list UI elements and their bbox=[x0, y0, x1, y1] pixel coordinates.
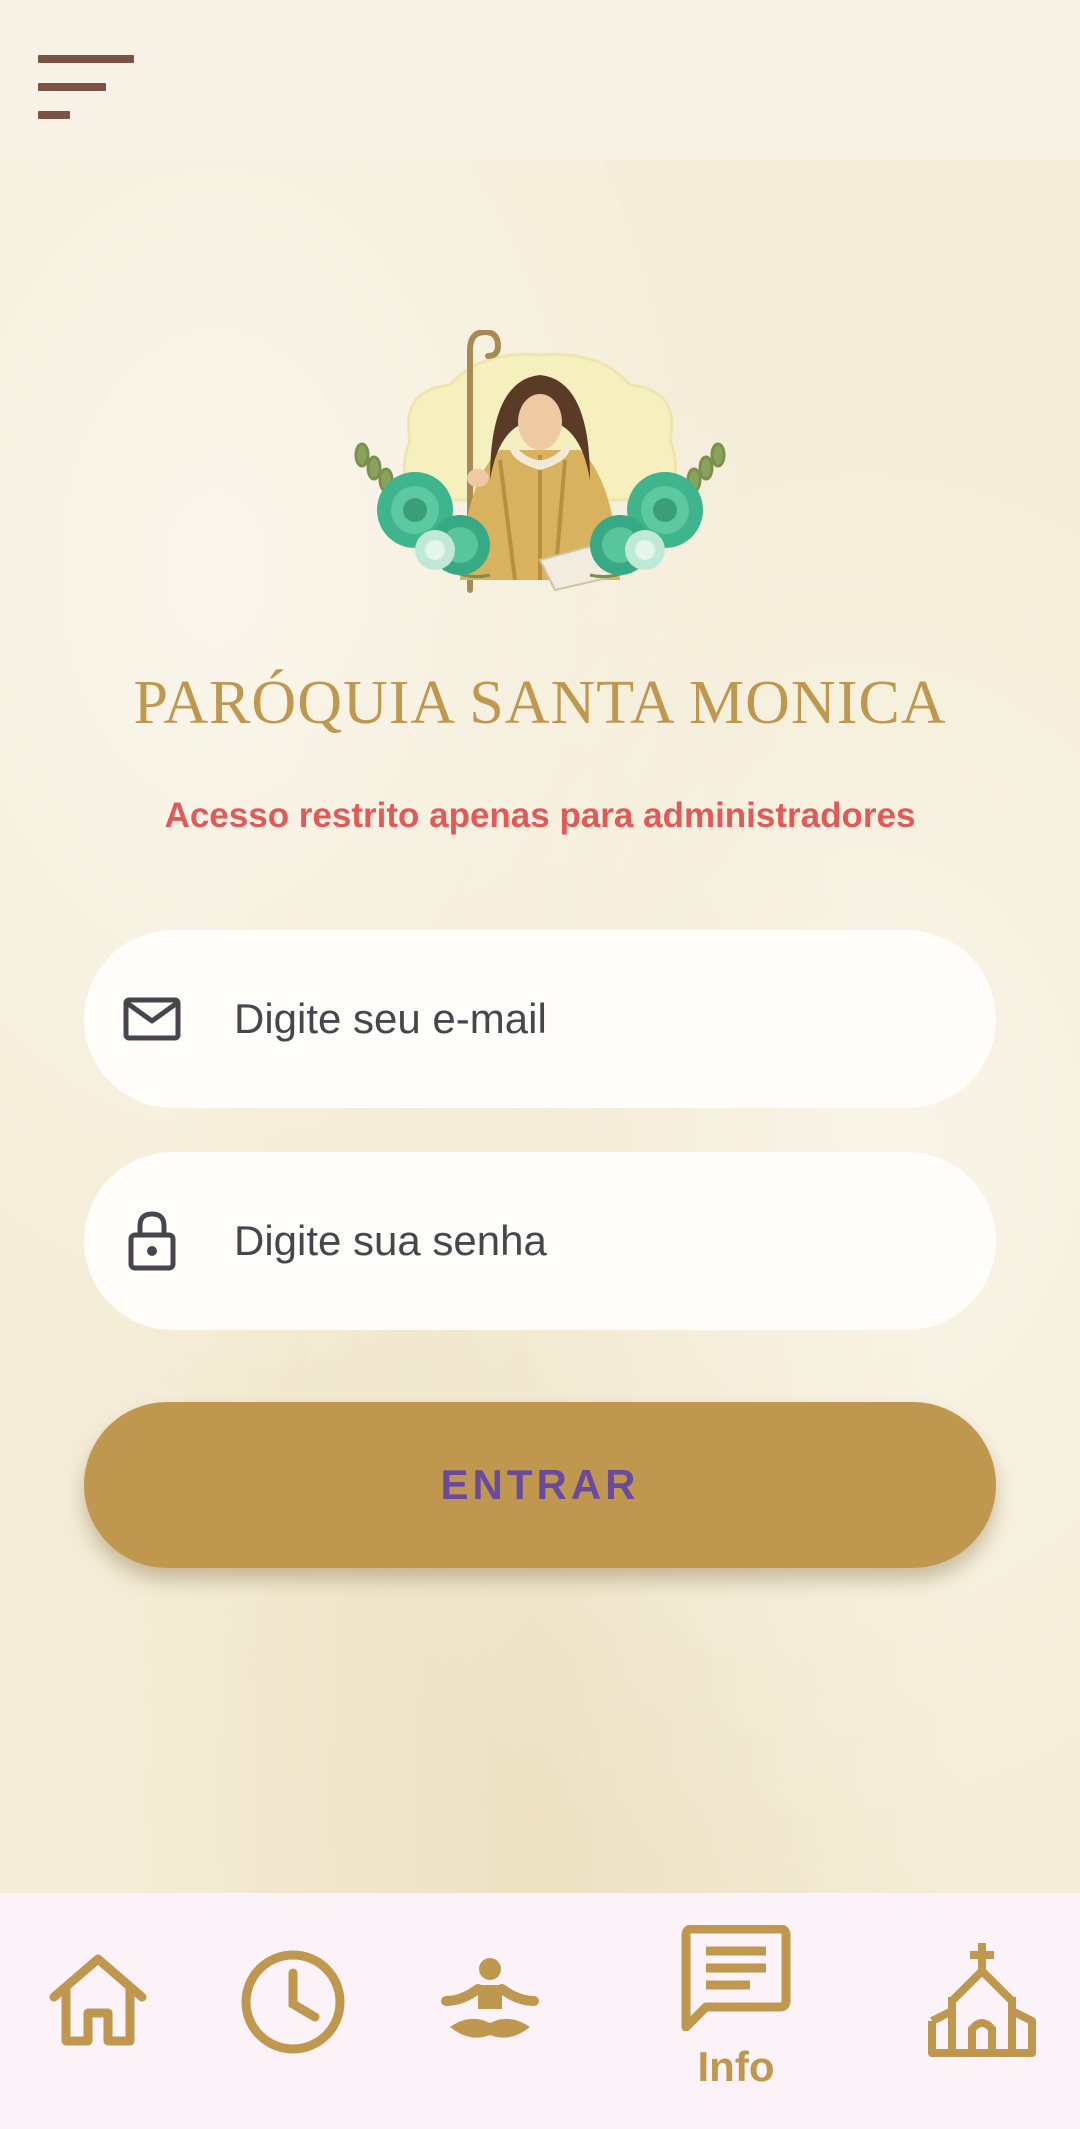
page-title: PARÓQUIA SANTA MONICA bbox=[133, 669, 947, 737]
meditation-icon bbox=[441, 1958, 539, 2038]
nav-item-info[interactable]: Info bbox=[680, 1925, 792, 2115]
email-input[interactable] bbox=[232, 978, 876, 1060]
nav-item-church[interactable] bbox=[928, 1941, 1036, 2057]
email-field[interactable] bbox=[84, 930, 996, 1108]
nav-item-home[interactable] bbox=[46, 1951, 150, 2047]
parish-logo bbox=[354, 330, 726, 593]
bottom-navigation: Info bbox=[0, 1893, 1080, 2129]
clock-icon bbox=[241, 1950, 345, 2054]
restricted-access-notice: Acesso restrito apenas para administrado… bbox=[164, 796, 916, 835]
nav-item-schedule[interactable] bbox=[240, 1949, 346, 2055]
password-input[interactable] bbox=[232, 1200, 876, 1282]
mail-icon bbox=[122, 989, 182, 1049]
lock-icon bbox=[122, 1211, 182, 1271]
nav-item-info-label: Info bbox=[697, 2043, 775, 2090]
home-icon bbox=[49, 1954, 147, 2046]
top-app-bar bbox=[0, 0, 1080, 160]
message-icon bbox=[681, 1925, 791, 2031]
password-field[interactable] bbox=[84, 1152, 996, 1330]
menu-icon[interactable] bbox=[38, 55, 134, 119]
login-button[interactable]: ENTRAR bbox=[84, 1402, 996, 1568]
nav-item-prayer[interactable] bbox=[440, 1957, 540, 2047]
church-icon bbox=[928, 1943, 1036, 2057]
